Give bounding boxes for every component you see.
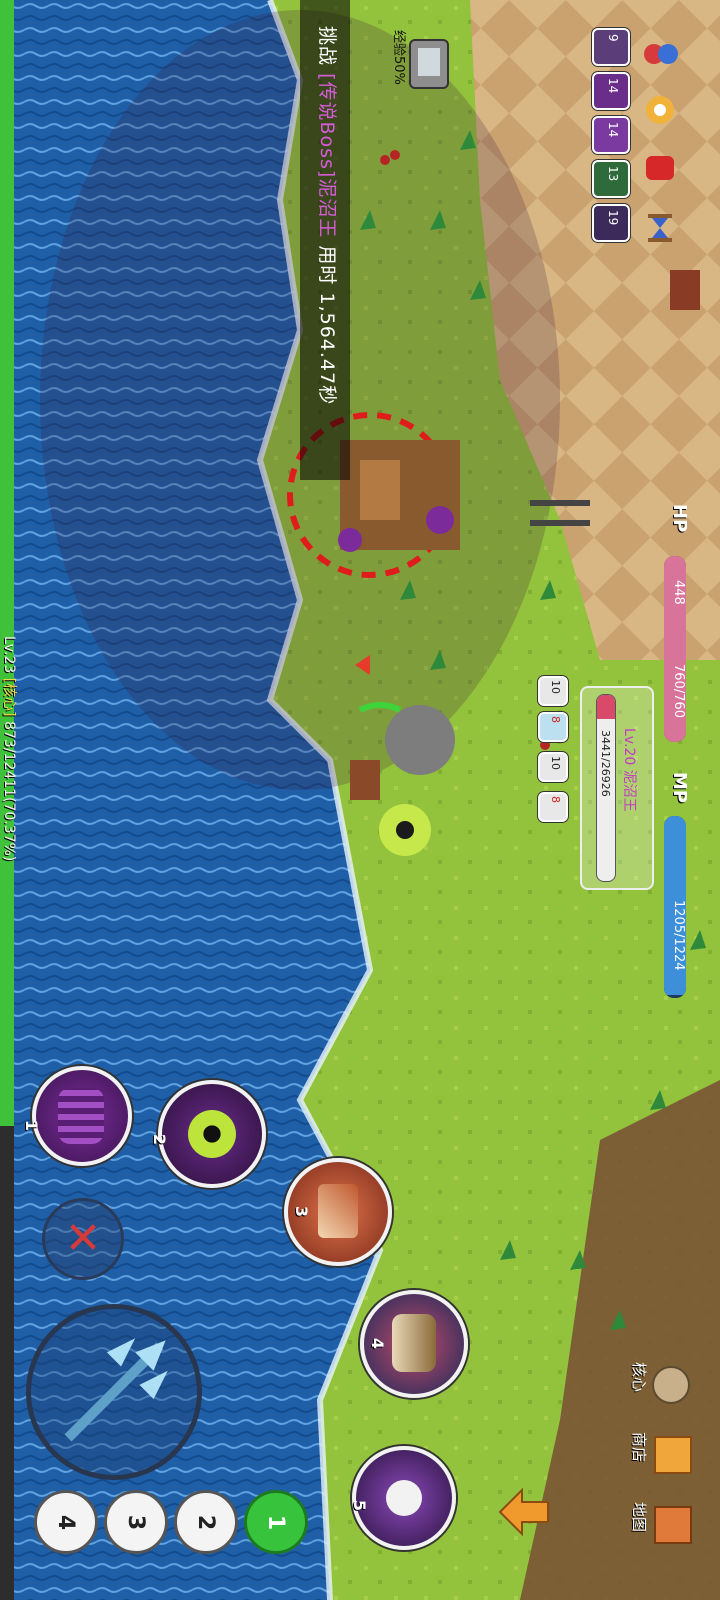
hourglass-icon[interactable]: [642, 210, 678, 246]
mp-label: MP: [669, 772, 690, 804]
quick-slot-1[interactable]: 1: [244, 1490, 308, 1554]
mp-value: 1205/1224: [671, 900, 686, 971]
target-hp-fill: [597, 695, 615, 719]
trident-icon: [64, 1338, 168, 1442]
target-name: Lv.20 泥沼王: [621, 728, 637, 812]
arrow-icon: [498, 1487, 549, 1537]
close-icon: ✕: [64, 1213, 102, 1264]
quick-slot-3[interactable]: 3: [104, 1490, 168, 1554]
shop-icon: [654, 1436, 692, 1474]
core-menu-button[interactable]: 核心: [630, 1360, 692, 1422]
time-label: 用时: [316, 245, 338, 286]
boss-name: 泥沼王: [316, 178, 338, 239]
buff-icon-2: 14: [592, 72, 630, 110]
player-exp: 873/12411(70.37%): [1, 721, 17, 862]
hp-max: 760/760: [671, 664, 686, 719]
buff-icon-1: 9: [592, 28, 630, 66]
hp-label: HP: [669, 504, 690, 533]
player-level: Lv.23: [1, 636, 17, 674]
buff-icon-3: 14: [592, 116, 630, 154]
quick-slot-4[interactable]: 4: [34, 1490, 98, 1554]
time-value: 1,564.47秒: [316, 292, 338, 406]
strike-icon: [318, 1184, 358, 1238]
skull-icon: [386, 1480, 422, 1516]
debuff-icon-1: 10: [538, 676, 568, 706]
collapse-arrow-button[interactable]: [496, 1484, 552, 1540]
target-panel: [580, 686, 654, 890]
boss-sprite: [338, 440, 460, 552]
debuff-icon-3: 10: [538, 752, 568, 782]
quick-slot-2[interactable]: 2: [174, 1490, 238, 1554]
bag-icon[interactable]: [642, 92, 678, 128]
helmet-icon[interactable]: [642, 150, 678, 186]
shop-menu-button[interactable]: 商店: [630, 1428, 692, 1488]
exp-buff-label: 经验50%: [391, 30, 406, 85]
hp-current: 448: [671, 580, 686, 605]
core-label: 核心: [630, 1362, 648, 1393]
cancel-button[interactable]: ✕: [42, 1198, 124, 1280]
skill-button-5[interactable]: 5: [350, 1446, 456, 1550]
player-class: [核心]: [1, 677, 17, 717]
claw-icon: [392, 1314, 436, 1372]
challenge-text: 挑战 [传说Boss]泥沼王 用时 1,564.47秒: [315, 26, 342, 405]
exp-bar-fill: [0, 0, 14, 1126]
player-level-status: Lv.23 [核心] 873/12411(70.37%): [0, 636, 20, 861]
potion-icon[interactable]: [642, 36, 678, 72]
debuff-icon-2: 8: [538, 712, 568, 742]
map-label: 地图: [630, 1502, 648, 1533]
skill-button-2[interactable]: 2: [150, 1080, 266, 1188]
target-hp-text: 3441/26926: [599, 730, 612, 797]
shop-label: 商店: [630, 1432, 648, 1463]
buff-icon-4: 13: [592, 160, 630, 198]
skill-button-1[interactable]: 1: [22, 1066, 132, 1166]
eye-icon: [188, 1110, 236, 1158]
map-menu-button[interactable]: 地图: [630, 1498, 692, 1558]
skill-button-3[interactable]: 3: [284, 1158, 392, 1266]
core-icon: [652, 1366, 690, 1404]
skill-button-4[interactable]: 4: [360, 1290, 468, 1398]
map-icon: [654, 1506, 692, 1544]
boss-tag: [传说Boss]: [316, 73, 338, 179]
challenge-prefix: 挑战: [316, 26, 338, 67]
buff-icon-5: 19: [592, 204, 630, 242]
debuff-icon-4: 8: [538, 792, 568, 822]
tentacle-icon: [58, 1088, 104, 1144]
attack-button[interactable]: [26, 1304, 202, 1480]
